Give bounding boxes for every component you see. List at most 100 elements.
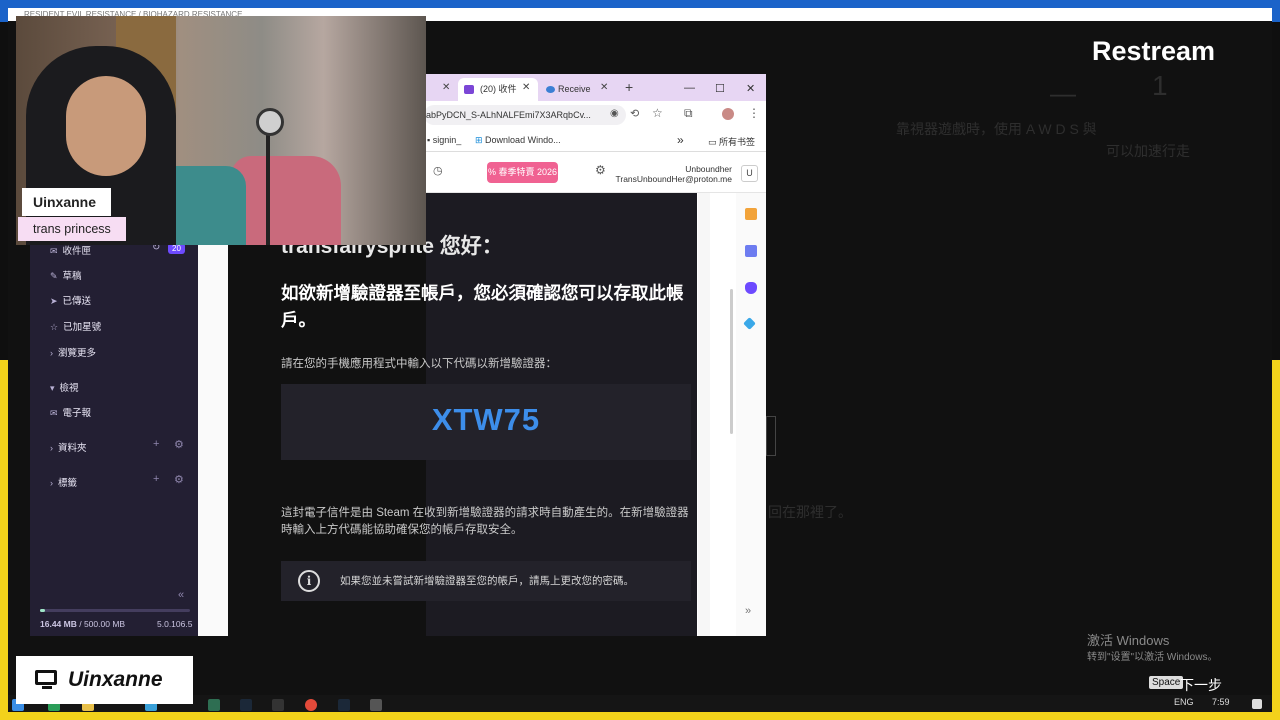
mail-header: ◷ % 春季特賣 2026 ⚙ Unboundher TransUnboundHe… — [426, 152, 766, 193]
install-icon[interactable]: ⟲ — [630, 107, 639, 120]
promo-button[interactable]: % 春季特賣 2026 — [487, 162, 558, 183]
tab-site-icon — [546, 86, 555, 93]
folder-icon: ▭ — [708, 137, 720, 147]
game-hint-text: 靠視器遊戲時，使用 A W D S 與 — [896, 121, 1097, 137]
user-avatar[interactable]: U — [741, 165, 758, 182]
sidebar-item-more[interactable]: › 瀏覽更多 — [50, 345, 96, 359]
close-icon[interactable]: ✕ — [522, 82, 530, 93]
language-indicator[interactable]: ENG — [1174, 697, 1194, 707]
notification-icon[interactable] — [1252, 699, 1262, 709]
clock[interactable]: 7:59 — [1212, 697, 1230, 707]
address-bar[interactable]: abPyDCN_S-ALhNALFEmi7X3ARqbCv... — [426, 105, 626, 125]
sidebar-item-inbox[interactable]: ✉ 收件匣 — [50, 243, 91, 257]
chevron-right-icon: › — [50, 478, 53, 488]
stream-frame-left — [0, 360, 8, 712]
restream-logo: Restream — [1092, 36, 1216, 66]
extensions-icon[interactable]: ⧉ — [684, 106, 693, 121]
terminal-icon[interactable] — [272, 699, 284, 711]
steam-icon[interactable] — [240, 699, 252, 711]
activate-windows-sub: 转到"设置"以激活 Windows。 — [1087, 652, 1218, 663]
minimize-icon[interactable]: — — [684, 82, 695, 94]
calendar-icon[interactable] — [745, 208, 757, 220]
sidebar-item-folders[interactable]: › 資料夾 — [50, 440, 87, 454]
game-app-icon[interactable] — [370, 699, 382, 711]
email-instruction: 請在您的手機應用程式中輸入以下代碼以新增驗證器： — [281, 358, 557, 370]
date-icon[interactable] — [745, 245, 757, 257]
sidebar-item-starred[interactable]: ☆ 已加星號 — [50, 319, 101, 333]
label-settings-icon[interactable]: ⚙ — [174, 473, 184, 486]
star-icon[interactable]: ☆ — [652, 106, 663, 120]
proton-icon — [464, 85, 474, 94]
clock-icon[interactable]: ◷ — [433, 164, 443, 177]
security-notice-text: 如果您並未嘗試新增驗證器至您的帳戶，請馬上更改您的密碼。 — [340, 575, 634, 587]
info-icon: i — [298, 570, 320, 592]
game-hud-box — [766, 416, 776, 456]
vpn-shield-icon[interactable] — [745, 282, 757, 294]
app-version: 5.0.106.5 — [157, 619, 193, 629]
user-account[interactable]: Unboundher TransUnboundHer@proton.me — [615, 164, 732, 184]
maximize-icon[interactable]: ☐ — [715, 82, 725, 95]
inbox-icon: ✉ — [50, 246, 58, 256]
next-step-label[interactable]: 下一步 — [1180, 675, 1222, 695]
stream-frame-right — [1272, 360, 1280, 712]
bookmark-download[interactable]: ⊞ Download Windo... — [475, 135, 561, 146]
streamer-name-tag: Uinxanne — [22, 188, 111, 216]
taskbar-app-icon[interactable] — [208, 699, 220, 711]
draft-icon: ✎ — [50, 271, 58, 281]
webcam-person-face — [66, 76, 146, 176]
close-window-icon[interactable]: ✕ — [746, 82, 755, 95]
profile-avatar[interactable] — [722, 108, 734, 120]
discount-icon: % — [487, 167, 499, 177]
newsletter-icon: ✉ — [50, 408, 58, 418]
bookmark-signin[interactable]: ▪ signin_ — [427, 135, 461, 145]
address-bar-row: abPyDCN_S-ALhNALFEmi7X3ARqbCv... ◉ ⟲ ☆ ⧉… — [426, 101, 766, 129]
all-bookmarks[interactable]: ▭ 所有书签 — [708, 135, 755, 148]
webcam-background-clothes — [231, 156, 341, 245]
sidebar-item-drafts[interactable]: ✎ 草稿 — [50, 268, 82, 282]
app-rail: » — [736, 193, 766, 636]
steam-icon[interactable] — [338, 699, 350, 711]
settings-icon[interactable]: ⚙ — [595, 163, 606, 177]
sidebar-item-newsletters[interactable]: ✉ 電子報 — [50, 405, 91, 419]
eye-off-icon[interactable]: ◉ — [610, 108, 619, 119]
sidebar-item-sent[interactable]: ➤ 已傳送 — [50, 293, 91, 307]
space-key-prompt: Space — [1149, 676, 1184, 689]
scrollbar-track[interactable] — [698, 193, 710, 636]
streamer-tagline: trans princess — [18, 217, 126, 241]
game-hud-dash: — — [1050, 78, 1076, 108]
activate-windows-title: 激活 Windows — [1087, 633, 1170, 648]
monitor-icon — [35, 670, 57, 685]
chevron-down-icon: ▾ — [50, 383, 55, 393]
stream-frame-bottom — [0, 712, 1280, 720]
close-icon[interactable]: ✕ — [600, 82, 608, 93]
expand-icon[interactable]: » — [745, 605, 751, 617]
chevron-right-icon: › — [50, 348, 53, 358]
bookmarks-bar: ▪ signin_ ⊞ Download Windo... » ▭ 所有书签 — [426, 129, 766, 152]
chrome-icon[interactable] — [305, 699, 317, 711]
add-folder-icon[interactable]: + — [153, 438, 159, 450]
sidebar-item-labels[interactable]: › 標籤 — [50, 475, 77, 489]
game-hint-text-2: 可以加速行走 — [1106, 143, 1190, 159]
game-subtitle: 回在那裡了。 — [768, 504, 852, 520]
verification-code[interactable]: XTW75 — [281, 402, 691, 438]
webcam-lamp — [256, 108, 284, 136]
close-icon[interactable]: ✕ — [442, 82, 450, 93]
proton-app-icon[interactable] — [743, 317, 756, 330]
folder-settings-icon[interactable]: ⚙ — [174, 438, 184, 451]
more-bookmarks-icon[interactable]: » — [677, 133, 684, 147]
new-tab-button[interactable]: + — [625, 79, 633, 95]
scrollbar-thumb[interactable] — [730, 289, 733, 434]
add-label-icon[interactable]: + — [153, 473, 159, 485]
storage-bar — [40, 609, 190, 612]
windows-icon: ⊞ — [475, 135, 486, 145]
taskbar — [8, 695, 1272, 712]
menu-icon[interactable]: ⋮ — [748, 106, 760, 120]
collapse-sidebar-icon[interactable]: « — [178, 589, 184, 601]
mail-list-edge — [198, 240, 228, 636]
star-icon: ☆ — [50, 322, 59, 332]
game-hud-number: 1 — [1152, 70, 1168, 101]
storage-bar-fill — [40, 609, 45, 612]
email-paragraph: 這封電子信件是由 Steam 在收到新增驗證器的請求時自動產生的。在新增驗證器時… — [281, 507, 689, 536]
email-heading: 如欲新增驗證器至帳戶，您必須確認您可以存取此帳戶。 — [281, 283, 684, 330]
sidebar-item-view[interactable]: ▾ 檢視 — [50, 380, 79, 394]
